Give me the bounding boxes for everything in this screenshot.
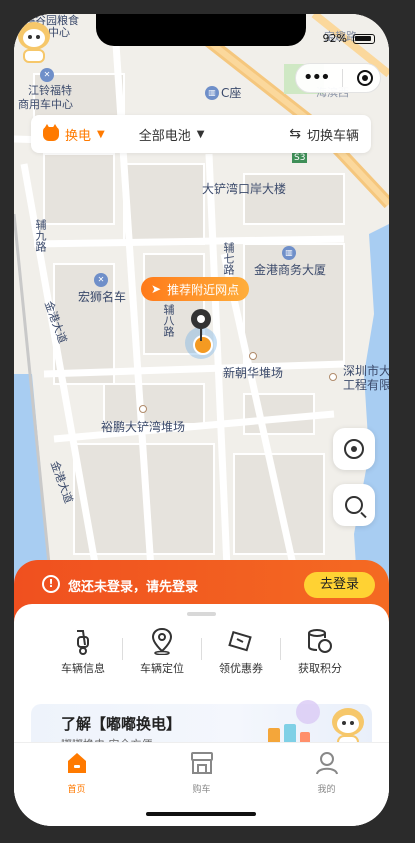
- quick-action-vehicle-location[interactable]: 车辆定位: [122, 626, 201, 676]
- map-label: 辅八路: [162, 304, 175, 337]
- mascot-icon[interactable]: [14, 14, 52, 66]
- poi-icon: [139, 405, 147, 413]
- banner-title: 了解【嘟嘟换电】: [61, 715, 182, 733]
- poi-icon: ▥: [282, 246, 296, 260]
- quick-action-label: 领优惠券: [219, 662, 263, 675]
- location-pin-icon: [191, 309, 211, 341]
- miniprogram-capsule: •••: [295, 63, 381, 93]
- home-indicator: [146, 812, 256, 816]
- coins-icon: [308, 629, 332, 653]
- poi-icon: [249, 352, 257, 360]
- quick-action-label: 车辆定位: [140, 662, 184, 675]
- quick-action-points[interactable]: 获取积分: [280, 626, 359, 676]
- capsule-divider: [342, 69, 344, 87]
- tab-label: 购车: [192, 785, 211, 795]
- scooter-icon: [77, 630, 89, 655]
- tab-label: 首页: [67, 785, 86, 795]
- map-label: 商用车中心: [18, 98, 73, 111]
- battery-icon: [353, 33, 375, 44]
- login-button[interactable]: 去登录: [303, 572, 375, 598]
- cat-logo-icon: [43, 124, 59, 141]
- switch-vehicle-label: 切换车辆: [306, 128, 359, 144]
- drag-handle[interactable]: [187, 612, 216, 616]
- battery-filter-label: 全部电池: [138, 128, 191, 144]
- map-view[interactable]: 92% ••• 停谷园粮食 交易中心 ✕ 江铃福特 商用车中心 ▥ C座 宝趣路…: [14, 14, 389, 614]
- map-label: 新朝华堆场: [223, 366, 284, 380]
- quick-action-label: 获取积分: [298, 662, 342, 675]
- more-icon[interactable]: •••: [303, 69, 331, 87]
- poi-icon: ✕: [40, 68, 54, 82]
- home-icon: [67, 753, 86, 773]
- map-label: 大铲湾口岸大楼: [202, 182, 287, 196]
- map-label: 辅九路: [34, 219, 47, 252]
- location-pin-icon: [151, 627, 173, 655]
- phone-screen: 92% ••• 停谷园粮食 交易中心 ✕ 江铃福特 商用车中心 ▥ C座 宝趣路…: [14, 14, 389, 826]
- shop-icon: [190, 752, 213, 774]
- locate-me-button[interactable]: [333, 428, 375, 470]
- search-button[interactable]: [333, 484, 375, 526]
- map-label: 裕鹏大铲湾堆场: [101, 420, 186, 434]
- warning-icon: !: [42, 575, 60, 593]
- camera-notch: [96, 14, 306, 46]
- poi-icon: ✕: [94, 273, 108, 287]
- tab-label: 我的: [317, 785, 336, 795]
- user-icon: [315, 752, 338, 775]
- quick-action-coupons[interactable]: 领优惠券: [201, 626, 280, 676]
- switch-icon: ⇆: [289, 126, 301, 142]
- crosshair-icon: [344, 439, 364, 459]
- quick-action-label: 车辆信息: [61, 662, 105, 675]
- status-bar: 92%: [323, 32, 375, 45]
- map-label: C座: [221, 86, 242, 100]
- battery-filter[interactable]: 全部电池 ▼: [139, 125, 205, 144]
- highway-badge: S3: [292, 153, 308, 163]
- map-label: 工程有限: [343, 378, 389, 392]
- recommend-nearby-button[interactable]: ➤ 推荐附近网点: [141, 277, 250, 301]
- caret-down-icon: ▼: [97, 128, 105, 140]
- login-notice: 您还未登录，请先登录: [68, 580, 199, 595]
- quick-action-vehicle-info[interactable]: 车辆信息: [44, 626, 122, 676]
- filter-bar: 换电 ▼ 全部电池 ▼ ⇆ 切换车辆: [31, 115, 371, 153]
- quick-actions: 车辆信息 车辆定位 领优惠券 获取积分: [44, 626, 359, 676]
- swap-filter[interactable]: 换电 ▼: [43, 124, 105, 144]
- tab-home[interactable]: 首页: [14, 743, 139, 826]
- poi-icon: ▥: [205, 86, 219, 100]
- caret-down-icon: ▼: [196, 128, 205, 140]
- map-label: 辅七路: [222, 242, 235, 275]
- search-icon: [345, 496, 363, 514]
- poi-icon: [329, 373, 337, 381]
- map-label: 宏狮名车: [78, 290, 127, 304]
- switch-vehicle-button[interactable]: ⇆ 切换车辆: [289, 125, 359, 144]
- battery-percent: 92%: [322, 32, 347, 45]
- map-label: 金港商务大厦: [254, 263, 327, 277]
- tab-me[interactable]: 我的: [264, 743, 389, 826]
- close-miniprogram-icon[interactable]: [357, 70, 374, 86]
- navigation-arrow-icon: ➤: [151, 282, 162, 296]
- coupon-icon: [228, 630, 252, 652]
- swap-filter-label: 换电: [65, 128, 92, 144]
- recommend-label: 推荐附近网点: [167, 282, 240, 297]
